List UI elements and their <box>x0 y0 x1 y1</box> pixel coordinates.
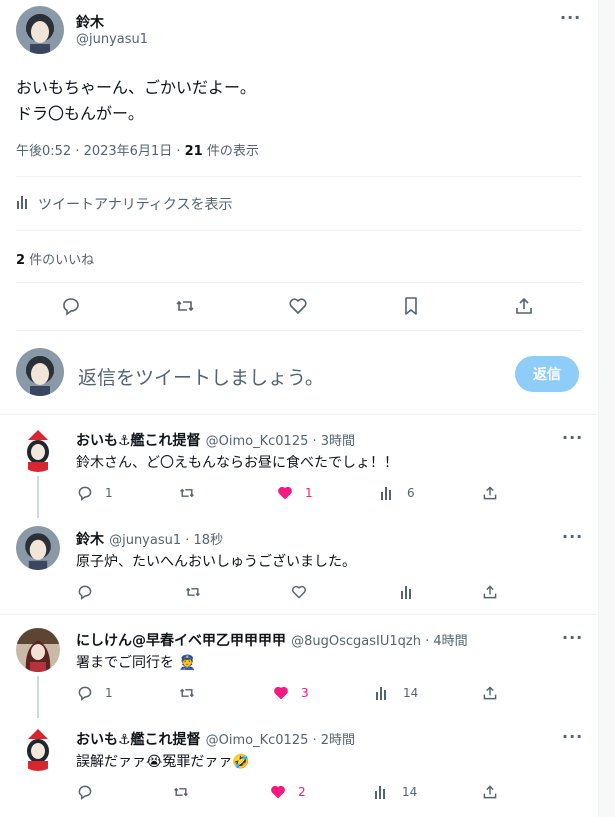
avatar[interactable] <box>16 526 60 570</box>
likes-label: 件のいいね <box>25 253 95 268</box>
tweet-meta: 午後0:52 · 2023年6月1日 · 21 件の表示 <box>16 140 259 159</box>
avatar[interactable] <box>16 727 60 771</box>
reply-text: 誤解だァァ😭冤罪だァァ🤣 <box>76 754 250 770</box>
author-name[interactable]: 鈴木 <box>76 12 104 32</box>
like-count: 3 <box>301 686 309 700</box>
tweet-text-line2: ドラ〇もんがー。 <box>16 104 144 123</box>
divider <box>0 614 598 615</box>
reply-author-handle[interactable]: @8ugOscgasIU1qzh · 4時間 <box>291 634 468 649</box>
thread-line <box>37 476 39 518</box>
likes-summary[interactable]: 2 件のいいね <box>16 249 94 268</box>
retweet-icon[interactable] <box>178 684 196 702</box>
reply-text: 原子炉、たいへんおいしゅうございました。 <box>76 554 356 570</box>
analytics-label: ツイートアナリティクスを表示 <box>38 197 233 213</box>
reply-header: 鈴木 @junyasu1 · 18秒 <box>76 529 223 549</box>
reply-icon[interactable] <box>76 684 94 702</box>
views-count: 21 <box>184 144 203 159</box>
retweet-icon[interactable] <box>178 484 196 502</box>
views-icon[interactable] <box>398 583 416 601</box>
avatar[interactable] <box>16 6 64 54</box>
more-options-icon[interactable]: ··· <box>562 527 583 546</box>
author-handle[interactable]: @junyasu1 <box>76 32 148 47</box>
avatar[interactable] <box>16 428 60 472</box>
reply-author-name[interactable]: おいも⚓艦これ提督 <box>76 433 201 449</box>
reply-author-name[interactable]: にしけん@早春イベ甲乙甲甲甲甲 <box>76 633 286 649</box>
reply-header: おいも⚓艦これ提督 @Oimo_Kc0125 · 2時間 <box>76 729 355 749</box>
reply-author-handle[interactable]: @Oimo_Kc0125 · 3時間 <box>206 434 355 449</box>
reply-count: 1 <box>105 686 113 700</box>
reply-icon[interactable] <box>76 583 94 601</box>
analytics-link[interactable]: ツイートアナリティクスを表示 <box>16 194 232 214</box>
reply-text: 署までご同行を 👮 <box>76 655 196 671</box>
share-icon[interactable] <box>481 583 499 601</box>
divider <box>16 176 582 177</box>
views-count: 14 <box>402 785 418 799</box>
views-count: 6 <box>407 486 415 500</box>
tweet-text-line1: おいもちゃーん、ごかいだよー。 <box>16 78 256 97</box>
reply-author-name[interactable]: おいも⚓艦これ提督 <box>76 732 201 748</box>
divider <box>0 414 598 415</box>
reply-text: 鈴木さん、ど〇えもんならお昼に食べたでしょ！！ <box>76 455 398 471</box>
reply-icon[interactable] <box>60 295 82 317</box>
reply-header: にしけん@早春イベ甲乙甲甲甲甲 @8ugOscgasIU1qzh · 4時間 <box>76 630 468 650</box>
views-icon[interactable] <box>373 684 391 702</box>
retweet-icon[interactable] <box>174 295 196 317</box>
views-icon[interactable] <box>372 783 390 801</box>
like-icon[interactable] <box>287 295 309 317</box>
more-options-icon[interactable]: ··· <box>562 628 583 647</box>
retweet-icon[interactable] <box>184 583 202 601</box>
share-icon[interactable] <box>481 684 499 702</box>
reply-button[interactable]: 返信 <box>515 356 579 392</box>
like-count: 2 <box>298 785 306 799</box>
reply-author-handle[interactable]: @junyasu1 · 18秒 <box>109 533 223 548</box>
analytics-icon <box>16 195 34 213</box>
tweet-timestamp[interactable]: 午後0:52 · 2023年6月1日 · <box>16 144 185 159</box>
reply-composer-input[interactable]: 返信をツイートしましょう。 <box>78 363 324 390</box>
divider <box>16 230 582 231</box>
share-icon[interactable] <box>481 783 499 801</box>
reply-icon[interactable] <box>76 484 94 502</box>
more-options-icon[interactable]: ··· <box>562 428 583 447</box>
likes-count: 2 <box>16 253 26 268</box>
reply-author-name[interactable]: 鈴木 <box>76 532 104 548</box>
reply-count: 1 <box>105 486 113 500</box>
more-options-icon[interactable]: ··· <box>562 727 583 746</box>
reply-header: おいも⚓艦これ提督 @Oimo_Kc0125 · 3時間 <box>76 430 355 450</box>
reply-author-handle[interactable]: @Oimo_Kc0125 · 2時間 <box>206 733 355 748</box>
like-icon[interactable] <box>276 484 294 502</box>
scrollbar-track[interactable] <box>598 0 615 817</box>
divider <box>16 282 582 283</box>
like-count: 1 <box>305 486 313 500</box>
like-icon[interactable] <box>290 583 308 601</box>
bookmark-icon[interactable] <box>400 295 422 317</box>
more-options-icon[interactable]: ··· <box>560 8 581 27</box>
composer-avatar[interactable] <box>16 348 64 396</box>
thread-line <box>37 676 39 718</box>
reply-icon[interactable] <box>76 783 94 801</box>
like-icon[interactable] <box>272 684 290 702</box>
avatar[interactable] <box>16 628 60 672</box>
share-icon[interactable] <box>481 484 499 502</box>
like-icon[interactable] <box>269 783 287 801</box>
share-icon[interactable] <box>513 295 535 317</box>
divider <box>16 330 582 331</box>
views-count: 14 <box>403 686 419 700</box>
retweet-icon[interactable] <box>172 783 190 801</box>
views-icon[interactable] <box>378 484 396 502</box>
views-label: 件の表示 <box>202 144 259 159</box>
